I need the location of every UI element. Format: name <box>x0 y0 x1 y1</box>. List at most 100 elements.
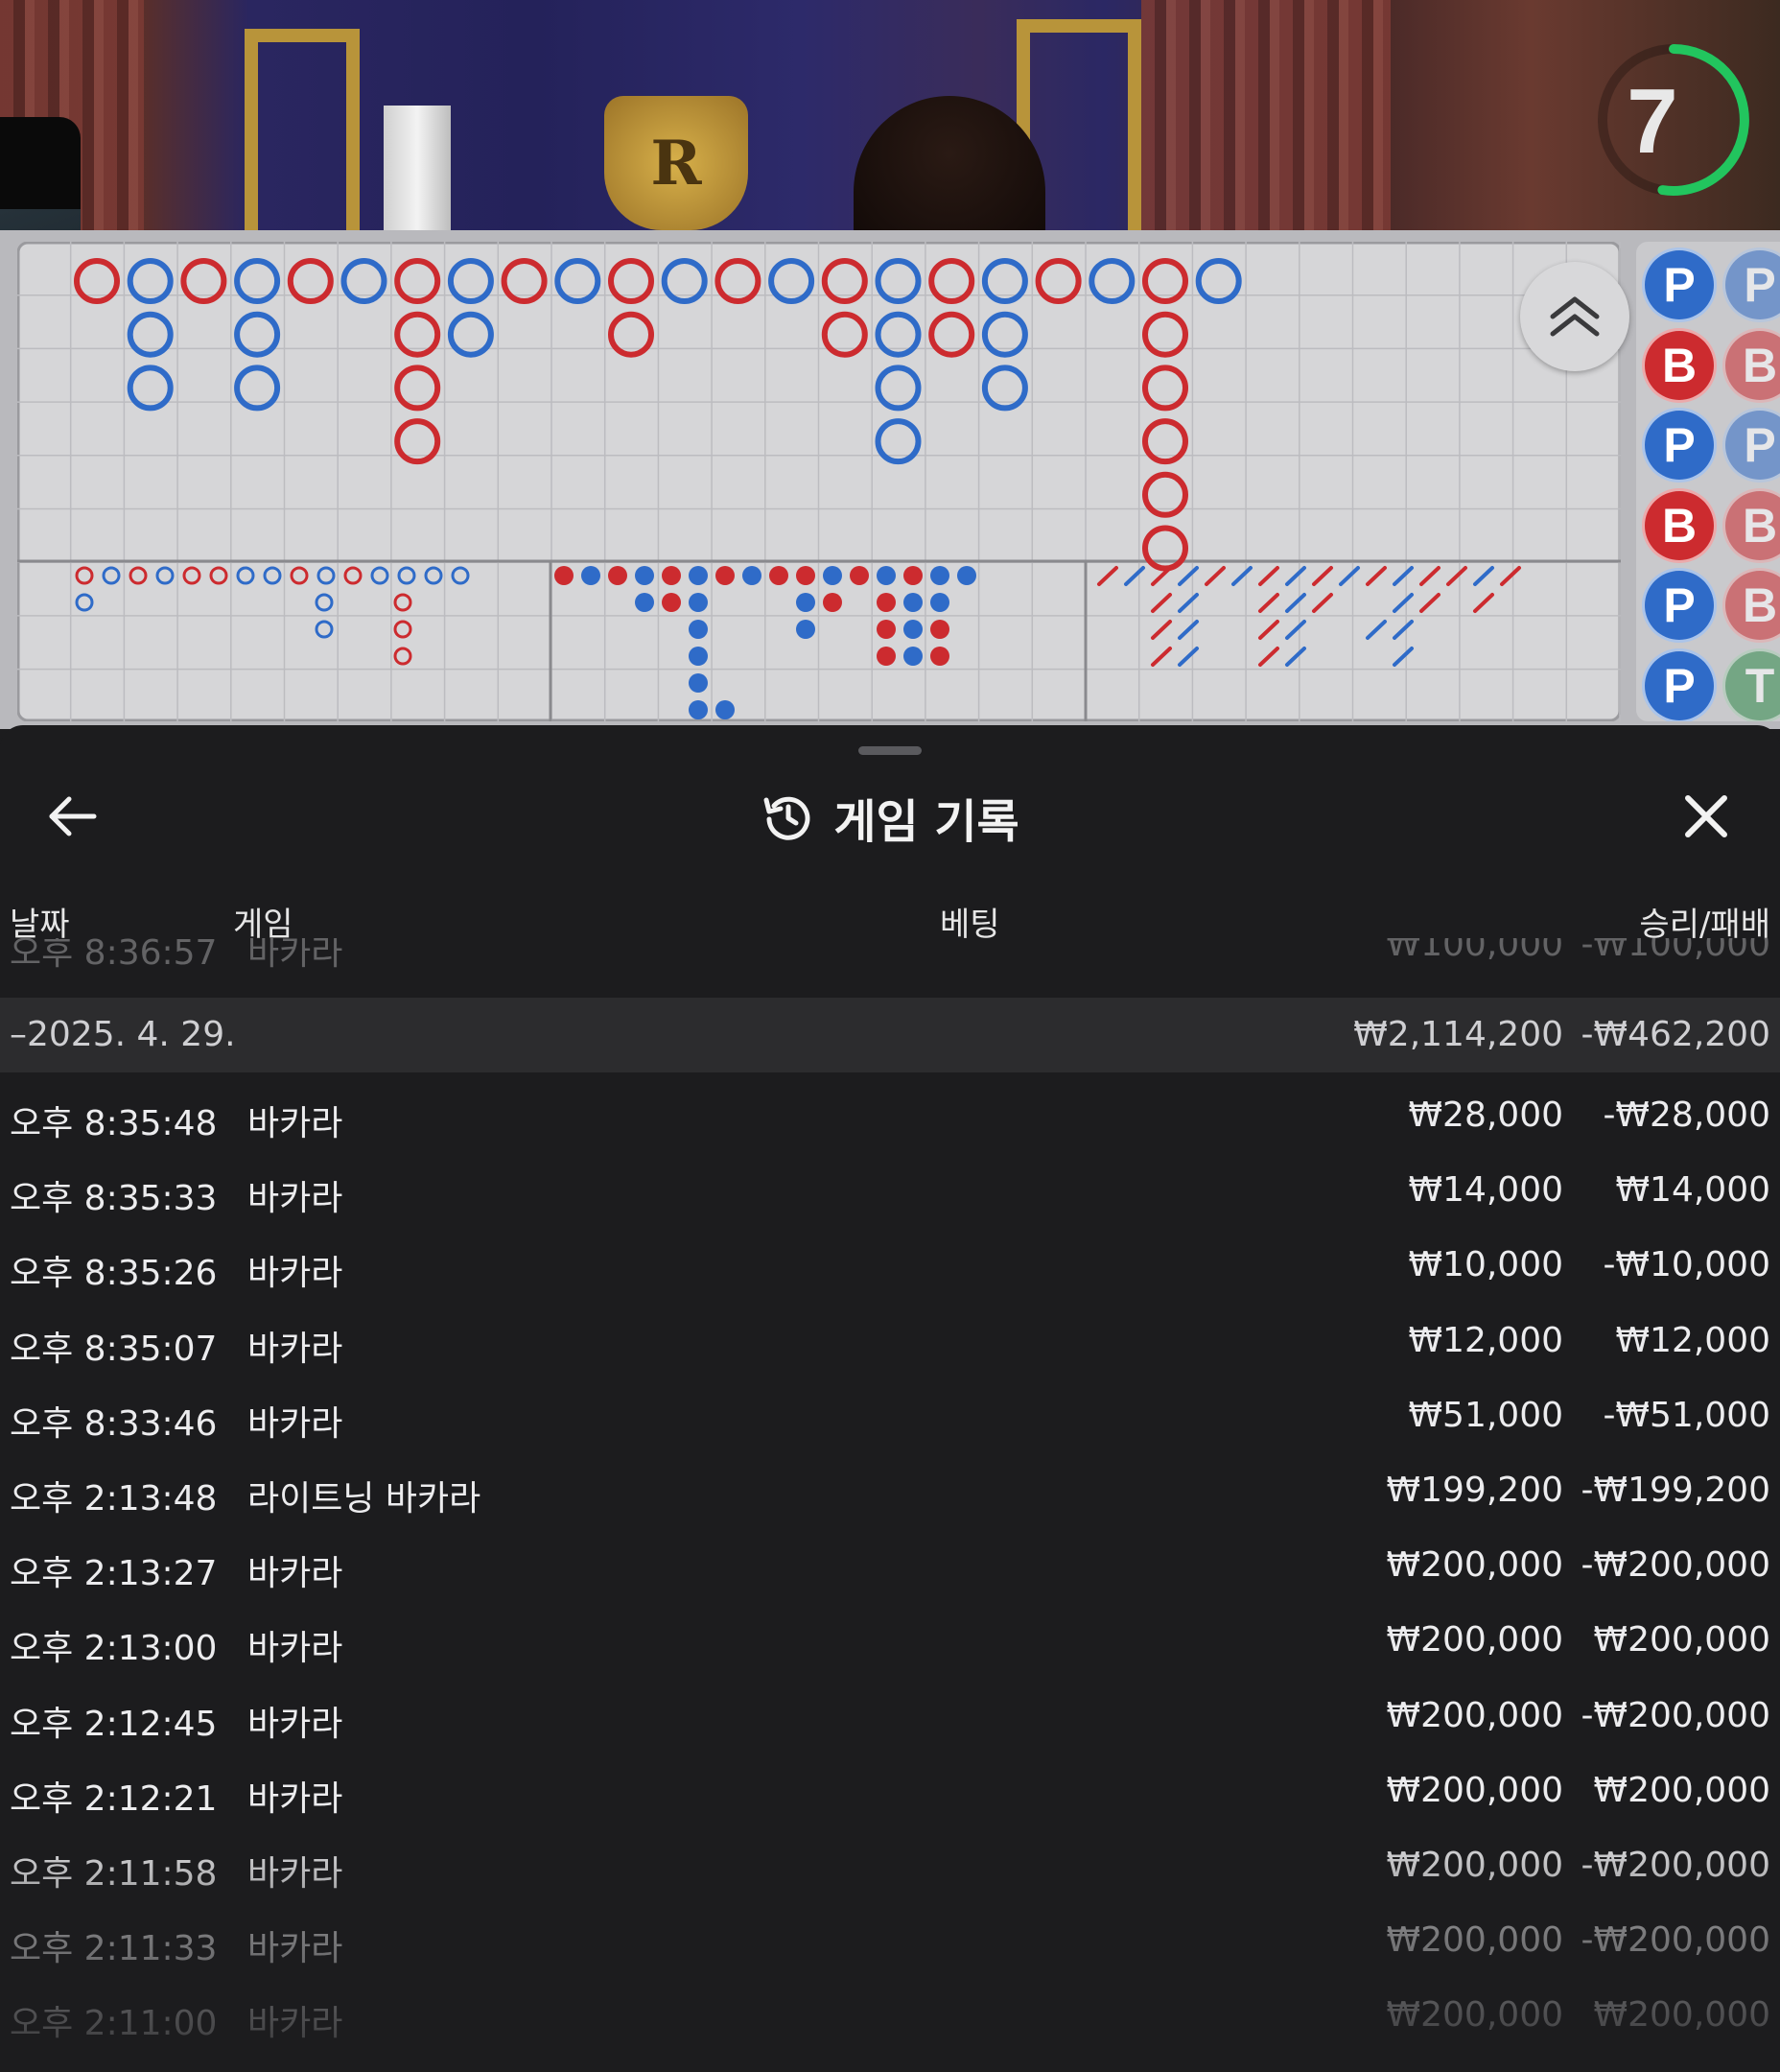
table-row[interactable]: 오후 2:11:33 바카라 ₩200,000 -₩200,000 <box>0 1903 1780 1978</box>
table-row[interactable]: 오후 8:35:33 바카라 ₩14,000 ₩14,000 <box>0 1153 1780 1228</box>
history-clock-icon <box>763 796 810 840</box>
row-game: 라이트닝 바카라 <box>247 1478 481 1519</box>
row-time: 오후 2:12:45 <box>10 1704 218 1744</box>
dot-road-dot <box>689 593 708 612</box>
row-game: 바카라 <box>247 1778 343 1819</box>
dot-road-dot <box>769 566 788 585</box>
row-bet: ₩28,000 <box>1408 1095 1563 1135</box>
row-bet: ₩200,000 <box>1386 1545 1563 1586</box>
game-history-sheet: 게임 기록 날짜 게임 베팅 승리/패배 오후 8:36:57 바카라 ₩100… <box>0 725 1780 2072</box>
dot-road-dot <box>930 647 949 666</box>
gold-frame-left <box>245 29 360 230</box>
dot-road-dot <box>608 566 627 585</box>
row-game: 바카라 <box>247 1329 343 1369</box>
dot-road-dot <box>877 593 896 612</box>
day-bet-total: ₩2,114,200 <box>1353 1015 1563 1054</box>
row-time: 오후 2:13:00 <box>10 1629 218 1669</box>
day-summary-row[interactable]: –2025. 4. 29. ₩2,114,200 -₩462,200 <box>0 998 1780 1072</box>
dot-road-dot <box>877 566 896 585</box>
row-bet: ₩14,000 <box>1408 1170 1563 1211</box>
row-result: ₩200,000 <box>1593 1620 1770 1660</box>
player-bead: P <box>1642 408 1717 483</box>
row-result: ₩200,000 <box>1593 1995 1770 2036</box>
row-result: -₩200,000 <box>1581 1920 1770 1961</box>
banker-bead: B <box>1642 487 1717 563</box>
row-result: ₩14,000 <box>1615 1170 1770 1211</box>
player-bead: P <box>1642 568 1717 643</box>
sheet-drag-handle[interactable] <box>858 746 922 755</box>
scoreboard: PBPBPPPBPBBT <box>0 230 1780 729</box>
dot-road-dot <box>877 647 896 666</box>
row-bet: ₩200,000 <box>1386 1770 1563 1810</box>
dot-road-dot <box>850 566 869 585</box>
dot-road-dot <box>689 700 708 719</box>
row-bet: ₩200,000 <box>1386 1845 1563 1885</box>
dot-road-dot <box>581 566 600 585</box>
expand-scoreboard-button[interactable] <box>1520 262 1629 371</box>
row-time: 오후 8:35:33 <box>10 1179 218 1219</box>
road-map-grid <box>17 242 1629 721</box>
row-game: 바카라 <box>247 2004 343 2044</box>
table-row[interactable]: 오후 2:12:21 바카라 ₩200,000 ₩200,000 <box>0 1754 1780 1828</box>
row-time: 오후 8:33:46 <box>10 1403 218 1444</box>
row-result: -₩199,200 <box>1581 1470 1770 1510</box>
table-row[interactable]: 오후 2:13:48 라이트닝 바카라 ₩199,200 -₩199,200 <box>0 1453 1780 1528</box>
table-row[interactable]: 오후 8:33:46 바카라 ₩51,000 -₩51,000 <box>0 1378 1780 1453</box>
table-row[interactable]: 오후 2:13:00 바카라 ₩200,000 ₩200,000 <box>0 1603 1780 1678</box>
page-title: 게임 기록 <box>833 795 1019 849</box>
dot-road-dot <box>930 593 949 612</box>
row-game: 바카라 <box>247 1704 343 1744</box>
row-time: 오후 2:13:27 <box>10 1554 218 1594</box>
row-game: 바카라 <box>247 1403 343 1444</box>
dot-road-dot <box>877 620 896 639</box>
row-bet: ₩10,000 <box>1408 1245 1563 1285</box>
pillar-left <box>384 106 451 230</box>
scrolled-row-partial: 오후 8:36:57 바카라 ₩100,000 -₩100,000 <box>10 938 1770 973</box>
dot-road-dot <box>689 620 708 639</box>
row-result: -₩200,000 <box>1581 1545 1770 1586</box>
row-result: -₩10,000 <box>1603 1245 1770 1285</box>
table-row[interactable]: 오후 8:35:26 바카라 ₩10,000 -₩10,000 <box>0 1228 1780 1303</box>
row-bet: ₩200,000 <box>1386 1995 1563 2036</box>
banker-bead: B <box>1722 327 1780 403</box>
row-time: 오후 8:35:26 <box>10 1254 218 1294</box>
row-time: 오후 2:11:58 <box>10 1853 218 1894</box>
row-game: 바카라 <box>247 1179 343 1219</box>
row-result: -₩200,000 <box>1581 1695 1770 1735</box>
road-map-svg <box>17 242 1621 721</box>
row-time: 오후 2:12:21 <box>10 1778 218 1819</box>
close-icon[interactable] <box>1675 785 1738 848</box>
row-result: ₩12,000 <box>1615 1320 1770 1360</box>
row-game: 바카라 <box>247 1929 343 1969</box>
dot-road-dot <box>903 647 923 666</box>
history-list: 오후 8:35:48 바카라 ₩28,000 -₩28,000 오후 8:35:33 바카… <box>0 1078 1780 2053</box>
live-video-feed: R 7 <box>0 0 1780 230</box>
dot-road-dot <box>930 566 949 585</box>
crest-logo: R <box>604 96 748 230</box>
banker-bead: B <box>1722 568 1780 643</box>
row-game: 바카라 <box>247 1554 343 1594</box>
row-time: 오후 8:35:48 <box>10 1104 218 1143</box>
row-game: 바카라 <box>247 1254 343 1294</box>
dot-road-dot <box>715 700 735 719</box>
dot-road-dot <box>635 593 654 612</box>
tie-bead: T <box>1722 648 1780 721</box>
row-result: ₩200,000 <box>1593 1770 1770 1810</box>
row-bet: ₩51,000 <box>1408 1395 1563 1435</box>
dot-road-dot <box>796 620 815 639</box>
dot-road-dot <box>796 593 815 612</box>
table-row[interactable]: 오후 2:13:27 바카라 ₩200,000 -₩200,000 <box>0 1528 1780 1603</box>
day-date: –2025. 4. 29. <box>10 1015 236 1054</box>
dot-road-dot <box>662 566 681 585</box>
table-row[interactable]: 오후 2:11:00 바카라 ₩200,000 ₩200,000 <box>0 1978 1780 2053</box>
curtain-right <box>1141 0 1391 230</box>
table-row[interactable]: 오후 8:35:07 바카라 ₩12,000 ₩12,000 <box>0 1304 1780 1378</box>
row-time: 오후 2:11:00 <box>10 2004 218 2044</box>
dot-road-dot <box>823 593 842 612</box>
table-row[interactable]: 오후 2:12:45 바카라 ₩200,000 -₩200,000 <box>0 1679 1780 1754</box>
table-row[interactable]: 오후 8:35:48 바카라 ₩28,000 -₩28,000 <box>0 1078 1780 1153</box>
bead-road: PBPBPPPBPBBT <box>1636 242 1780 721</box>
row-result: -₩51,000 <box>1603 1395 1770 1435</box>
sheet-header: 게임 기록 <box>0 779 1780 856</box>
table-row[interactable]: 오후 2:11:58 바카라 ₩200,000 -₩200,000 <box>0 1828 1780 1903</box>
